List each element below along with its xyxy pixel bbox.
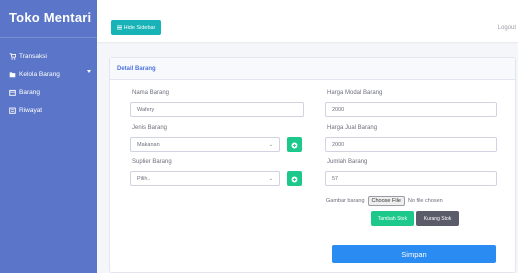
kurang-stok-button[interactable]: Kurang Stok (416, 211, 459, 226)
history-icon (9, 107, 16, 114)
sidebar: Toko Mentari Transaksi Kelola Barang Bar… (0, 0, 97, 273)
harga-modal-label: Harga Modal Barang (327, 90, 383, 96)
jenis-barang-label: Jenis Barang (132, 125, 168, 131)
add-jenis-button[interactable] (287, 137, 302, 152)
harga-jual-value: 2000 (332, 141, 345, 148)
sidebar-item-label: Barang (19, 88, 40, 96)
suplier-barang-select[interactable]: Pilih.. ⌄ (130, 171, 280, 186)
harga-modal-value: 2000 (332, 106, 345, 113)
chevron-down-icon: ⌄ (268, 176, 273, 182)
jumlah-barang-value: 57 (332, 175, 339, 182)
folder-icon (9, 71, 16, 78)
chevron-down-icon (87, 70, 91, 73)
choose-file-button[interactable]: Choose File (367, 196, 405, 206)
harga-jual-input[interactable]: 2000 (325, 137, 497, 152)
card-title: Detail Barang (117, 66, 156, 72)
jumlah-barang-input[interactable]: 57 (325, 171, 497, 186)
harga-modal-input[interactable]: 2000 (325, 102, 497, 117)
simpan-button[interactable]: Simpan (332, 245, 496, 263)
sidebar-item-riwayat[interactable]: Riwayat (9, 104, 42, 116)
no-file-text: No file chosen (407, 198, 443, 204)
sidebar-divider (0, 37, 97, 38)
gambar-barang-row: Gambar barang Choose File No file chosen (326, 195, 443, 207)
suplier-barang-label: Suplier Barang (132, 159, 172, 165)
add-icon (291, 136, 298, 154)
card-header: Detail Barang (110, 58, 515, 80)
chevron-down-icon: ⌄ (268, 142, 273, 148)
jumlah-barang-label: Jumlah Barang (327, 159, 368, 165)
sidebar-item-label: Transaksi (19, 52, 47, 60)
suplier-barang-value: Pilih.. (137, 175, 151, 182)
cart-icon (9, 52, 16, 60)
logout-link[interactable]: Logout (498, 25, 516, 31)
sidebar-item-barang[interactable]: Barang (9, 86, 40, 98)
sidebar-item-kelola-barang[interactable]: Kelola Barang (9, 68, 91, 80)
tambah-stok-button[interactable]: Tambah Stok (371, 211, 414, 226)
detail-barang-card: Detail Barang Nama Barang Wafery Jenis B… (109, 57, 516, 273)
brand-title[interactable]: Toko Mentari (9, 10, 91, 25)
nama-barang-value: Wafery (137, 106, 155, 113)
box-icon (9, 89, 16, 96)
add-icon (291, 170, 298, 188)
jenis-barang-value: Makanan (137, 141, 160, 148)
hide-sidebar-label: Hide Sidebar (123, 24, 156, 31)
gambar-barang-label: Gambar barang (326, 198, 365, 204)
jenis-barang-select[interactable]: Makanan ⌄ (130, 137, 280, 152)
nama-barang-input[interactable]: Wafery (130, 102, 304, 117)
sidebar-item-label: Kelola Barang (19, 70, 60, 78)
topbar: Hide Sidebar Logout (97, 0, 518, 42)
sidebar-item-label: Riwayat (19, 106, 43, 114)
sidebar-item-transaksi[interactable]: Transaksi (9, 50, 47, 62)
menu-icon (116, 25, 122, 30)
nama-barang-label: Nama Barang (132, 90, 170, 96)
harga-jual-label: Harga Jual Barang (327, 125, 378, 131)
hide-sidebar-button[interactable]: Hide Sidebar (111, 20, 161, 35)
add-suplier-button[interactable] (287, 171, 302, 186)
